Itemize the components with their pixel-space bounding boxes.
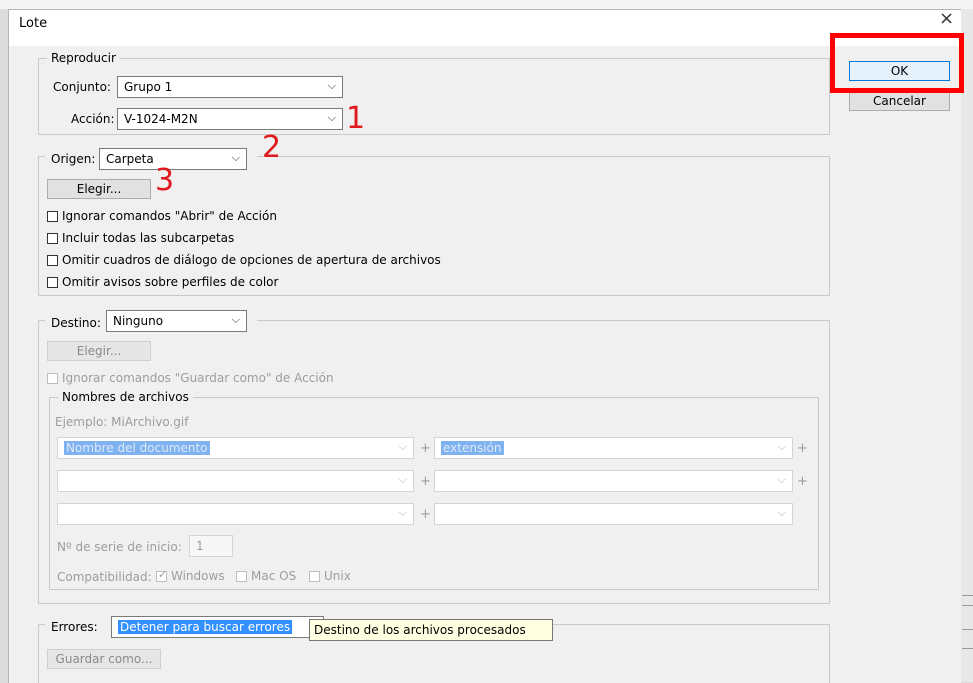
compat-macos-checkbox[interactable]: Mac OS: [236, 569, 296, 583]
origen-label: Origen:: [51, 152, 96, 166]
checkbox-label: Unix: [324, 569, 351, 583]
example-text: Ejemplo: MiArchivo.gif: [55, 415, 189, 429]
tooltip: Destino de los archivos procesados: [309, 619, 553, 641]
checkbox-box: [236, 570, 247, 582]
plus-sign: +: [797, 474, 808, 489]
checkbox-box: [47, 210, 58, 222]
background-strip-right: [960, 9, 973, 682]
suppress-open-dialogs-checkbox[interactable]: Omitir cuadros de diálogo de opciones de…: [47, 253, 441, 267]
checkbox-label: Mac OS: [251, 569, 297, 583]
errores-select[interactable]: Detener para buscar errores: [111, 616, 324, 638]
checkbox-label: Ignorar comandos "Abrir" de Acción: [62, 209, 277, 223]
plus-sign: +: [420, 507, 431, 522]
include-subfolders-checkbox[interactable]: Incluir todas las subcarpetas: [47, 231, 234, 245]
chevron-down-icon: ⌵: [327, 111, 336, 124]
annotation-number-3: 3: [155, 163, 175, 198]
chevron-down-icon: ⌵: [231, 151, 240, 164]
background-line: [962, 629, 973, 630]
check-icon: ✓: [158, 567, 168, 581]
conjunto-value: Grupo 1: [124, 80, 173, 94]
annotation-number-1: 1: [346, 101, 366, 136]
checkbox-box: [47, 372, 58, 384]
plus-sign: +: [420, 441, 431, 456]
chevron-down-icon: ⌵: [231, 313, 240, 326]
errores-save-as-button[interactable]: Guardar como...: [47, 649, 161, 669]
errores-label: Errores:: [51, 620, 98, 634]
compat-windows-checkbox[interactable]: ✓ Windows: [156, 567, 225, 583]
checkbox-box: [47, 276, 58, 288]
filename-part-3-select[interactable]: ⌵: [57, 470, 414, 492]
filename-part-2-value: extensión: [441, 441, 504, 455]
filename-part-6-select[interactable]: ⌵: [434, 503, 793, 525]
close-icon[interactable]: ×: [939, 10, 954, 29]
cancel-button[interactable]: Cancelar: [849, 91, 950, 111]
reproducir-legend: Reproducir: [51, 51, 116, 65]
chevron-down-icon: ⌵: [777, 473, 786, 486]
ignore-save-as-checkbox[interactable]: Ignorar comandos "Guardar como" de Acció…: [47, 371, 334, 385]
destino-choose-button[interactable]: Elegir...: [47, 341, 151, 361]
filename-part-1-select[interactable]: Nombre del documento ⌵: [57, 437, 414, 459]
origen-choose-button[interactable]: Elegir...: [47, 179, 151, 199]
checkbox-box: [309, 570, 320, 582]
accion-select[interactable]: V-1024-M2N ⌵: [117, 108, 343, 130]
annotation-highlight-box: [830, 33, 964, 93]
dialog-title: Lote: [19, 16, 48, 31]
chevron-down-icon: ⌵: [777, 506, 786, 519]
batch-dialog: Lote × OK Cancelar Reproducir Conjunto: …: [8, 9, 961, 683]
checkbox-label: Omitir cuadros de diálogo de opciones de…: [62, 253, 441, 267]
filename-part-4-select[interactable]: ⌵: [434, 470, 793, 492]
compat-label: Compatibilidad:: [57, 570, 152, 584]
checkbox-box: [47, 232, 58, 244]
chevron-down-icon: ⌵: [398, 440, 407, 453]
background-line: [962, 648, 973, 649]
background-strip-top: [0, 0, 973, 9]
chevron-down-icon: ⌵: [398, 506, 407, 519]
suppress-color-warnings-checkbox[interactable]: Omitir avisos sobre perfiles de color: [47, 275, 278, 289]
compat-unix-checkbox[interactable]: Unix: [309, 569, 351, 583]
checkbox-label: Ignorar comandos "Guardar como" de Acció…: [62, 371, 334, 385]
conjunto-select[interactable]: Grupo 1 ⌵: [117, 76, 343, 98]
accion-value: V-1024-M2N: [124, 112, 198, 126]
annotation-number-2: 2: [262, 130, 282, 165]
filename-part-5-select[interactable]: ⌵: [57, 503, 414, 525]
background-line: [962, 605, 973, 606]
chevron-down-icon: ⌵: [398, 473, 407, 486]
errores-value: Detener para buscar errores: [118, 620, 293, 634]
chevron-down-icon: ⌵: [327, 79, 336, 92]
destino-select[interactable]: Ninguno ⌵: [106, 310, 247, 332]
destino-label: Destino:: [51, 316, 101, 330]
accion-label: Acción:: [71, 112, 115, 126]
checkbox-box: [47, 254, 58, 266]
title-bar: Lote ×: [9, 10, 961, 46]
plus-sign: +: [797, 441, 808, 456]
checkbox-label: Incluir todas las subcarpetas: [62, 231, 235, 245]
background-line: [962, 595, 973, 596]
conjunto-label: Conjunto:: [53, 80, 111, 94]
chevron-down-icon: ⌵: [777, 440, 786, 453]
serial-input[interactable]: 1: [189, 535, 233, 557]
destino-value: Ninguno: [113, 314, 164, 328]
filename-part-2-select[interactable]: extensión ⌵: [434, 437, 793, 459]
ignore-open-checkbox[interactable]: Ignorar comandos "Abrir" de Acción: [47, 209, 277, 223]
checkbox-label: Omitir avisos sobre perfiles de color: [62, 275, 279, 289]
serial-label: Nº de serie de inicio:: [57, 540, 182, 554]
plus-sign: +: [420, 474, 431, 489]
filename-part-1-value: Nombre del documento: [64, 441, 210, 455]
checkbox-box: ✓: [156, 567, 168, 582]
nombres-legend: Nombres de archivos: [62, 390, 189, 404]
origen-value: Carpeta: [106, 152, 154, 166]
checkbox-label: Windows: [171, 569, 225, 583]
